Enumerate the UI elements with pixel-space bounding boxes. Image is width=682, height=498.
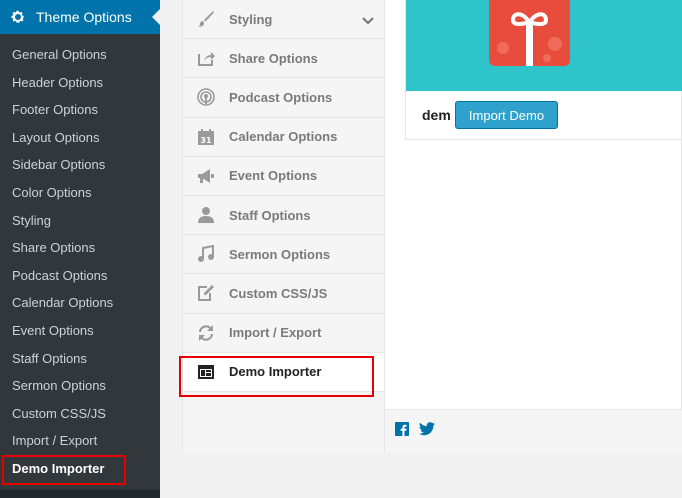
section-staff-options[interactable]: Staff Options — [183, 196, 384, 236]
edit-icon — [183, 284, 229, 302]
submenu-staff-options[interactable]: Staff Options — [0, 345, 160, 373]
section-label: Styling — [229, 11, 273, 27]
submenu-calendar-options[interactable]: Calendar Options — [0, 289, 160, 317]
section-label: Calendar Options — [229, 129, 338, 145]
section-styling[interactable]: Styling — [183, 0, 384, 40]
theme-options-title: Theme Options — [36, 9, 132, 25]
sidebar-divider — [0, 490, 160, 498]
submenu-styling[interactable]: Styling — [0, 207, 160, 235]
megaphone-icon — [183, 167, 229, 185]
submenu-import-export[interactable]: Import / Export — [0, 427, 160, 455]
refresh-icon — [183, 324, 229, 342]
submenu-sermon-options[interactable]: Sermon Options — [0, 372, 160, 400]
options-footer — [385, 409, 682, 453]
section-label: Event Options — [229, 168, 318, 184]
demo-thumbnail — [406, 0, 682, 91]
facebook-icon[interactable] — [395, 422, 409, 441]
submenu-general-options[interactable]: General Options — [0, 41, 160, 69]
section-label: Custom CSS/JS — [229, 285, 328, 301]
section-custom-css-js[interactable]: Custom CSS/JS — [183, 274, 384, 314]
submenu-podcast-options[interactable]: Podcast Options — [0, 262, 160, 290]
section-label: Import / Export — [229, 325, 322, 341]
calendar-day-text: 31 — [200, 136, 212, 145]
brush-icon — [183, 10, 229, 28]
podcast-icon — [183, 88, 229, 107]
section-label: Staff Options — [229, 207, 311, 223]
theme-options-submenu: General Options Header Options Footer Op… — [0, 41, 160, 483]
sidebar-demo-importer-highlight — [2, 455, 126, 485]
section-sermon-options[interactable]: Sermon Options — [183, 235, 384, 275]
section-share-options[interactable]: Share Options — [183, 39, 384, 79]
theme-options-menu-head[interactable]: Theme Options — [0, 0, 160, 34]
menu-demo-importer-highlight — [179, 356, 374, 397]
admin-sidebar: Theme Options General Options Header Opt… — [0, 0, 160, 498]
submenu-layout-options[interactable]: Layout Options — [0, 124, 160, 152]
share-icon — [183, 49, 229, 67]
gear-icon — [0, 9, 36, 25]
chevron-down-icon[interactable] — [362, 13, 374, 31]
person-icon — [183, 206, 229, 224]
music-icon — [183, 245, 229, 263]
section-podcast-options[interactable]: Podcast Options — [183, 78, 384, 118]
submenu-color-options[interactable]: Color Options — [0, 179, 160, 207]
submenu-share-options[interactable]: Share Options — [0, 234, 160, 262]
gift-icon — [489, 0, 570, 66]
current-menu-notch — [152, 9, 160, 25]
calendar-icon: 31 — [183, 128, 229, 146]
submenu-event-options[interactable]: Event Options — [0, 317, 160, 345]
section-import-export[interactable]: Import / Export — [183, 314, 384, 353]
import-demo-button[interactable]: Import Demo — [455, 101, 558, 129]
section-label: Share Options — [229, 50, 318, 66]
submenu-custom-css-js[interactable]: Custom CSS/JS — [0, 400, 160, 428]
submenu-footer-options[interactable]: Footer Options — [0, 96, 160, 124]
submenu-sidebar-options[interactable]: Sidebar Options — [0, 151, 160, 179]
demo-name: dem — [422, 107, 451, 123]
twitter-icon[interactable] — [419, 422, 435, 441]
section-label: Podcast Options — [229, 89, 333, 105]
submenu-header-options[interactable]: Header Options — [0, 69, 160, 97]
section-event-options[interactable]: Event Options — [183, 157, 384, 196]
section-calendar-options[interactable]: 31 Calendar Options — [183, 118, 384, 157]
section-label: Sermon Options — [229, 246, 331, 262]
